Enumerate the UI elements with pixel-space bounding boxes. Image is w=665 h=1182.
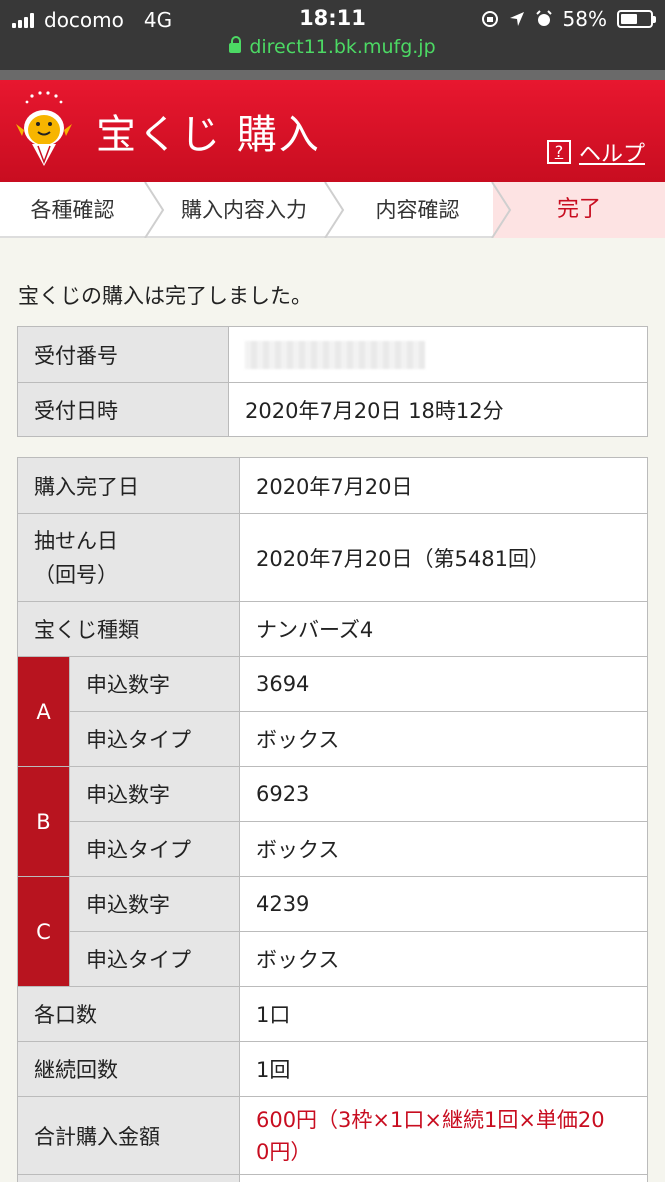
entry-type-label: 申込タイプ [69, 711, 240, 767]
details-table: 購入完了日 2020年7月20日 抽せん日 （回号） 2020年7月20日（第5… [17, 457, 649, 1182]
entry-number-value: 3694 [238, 656, 649, 712]
entry-number-value: 6923 [238, 766, 649, 822]
help-link[interactable]: ? ヘルプ [546, 136, 645, 168]
step-input: 購入内容入力 [181, 198, 307, 222]
url-text: direct11.bk.mufg.jp [249, 36, 436, 58]
table-row: 申込タイプ ボックス [18, 821, 649, 877]
continuation-label: 継続回数 [17, 1041, 240, 1097]
table-row: 宝くじ種類 ナンバーズ4 [17, 601, 649, 657]
entry-type-value: ボックス [238, 931, 649, 987]
masked-receipt-number [245, 340, 425, 369]
entry-group-c: C [17, 876, 70, 987]
entry-type-value: ボックス [238, 711, 649, 767]
orientation-lock-icon [481, 11, 498, 27]
status-bar: docomo 4G 18:11 58% direct11.bk.mufg.jp [0, 0, 665, 70]
lottery-type-value: ナンバーズ4 [238, 601, 649, 657]
entry-type-label: 申込タイプ [69, 931, 240, 987]
step-confirm-items: 各種確認 [30, 198, 115, 222]
receipt-datetime-label: 受付日時 [17, 382, 229, 437]
table-row: B 申込数字 6923 [17, 766, 649, 877]
lock-icon [229, 36, 242, 53]
table-row: A 申込数字 3694 [17, 656, 649, 767]
battery-percent: 58% [562, 7, 607, 31]
table-row: 受付番号 [17, 326, 648, 383]
total-amount-value: 600円（3枠×1口×継続1回×単価20 0円） [238, 1096, 649, 1175]
receipt-number-label: 受付番号 [17, 326, 229, 383]
table-row: C 申込数字 4239 [17, 876, 649, 987]
entry-group-a: A [17, 656, 70, 767]
step-complete: 完了 [556, 197, 601, 222]
page-title: 宝くじ 購入 [96, 112, 321, 158]
entry-group-b: B [17, 766, 70, 877]
help-icon: ? [546, 140, 571, 164]
entry-number-label: 申込数字 [69, 656, 240, 712]
entry-number-label: 申込数字 [69, 876, 240, 932]
progress-steps: 各種確認 購入内容入力 内容確認 完了 [0, 182, 665, 238]
entry-type-value: ボックス [238, 821, 649, 877]
total-amount-label: 合計購入金額 [17, 1096, 240, 1175]
table-row: 受付日時 2020年7月20日 18時12分 [17, 382, 648, 437]
receipt-datetime-value: 2020年7月20日 18時12分 [228, 382, 648, 437]
receipt-table: 受付番号 受付日時 2020年7月20日 18時12分 [17, 326, 648, 437]
completion-date-label: 購入完了日 [17, 457, 240, 514]
help-label: ヘルプ [578, 142, 645, 167]
completion-date-value: 2020年7月20日 [238, 457, 649, 514]
table-row: 申込タイプ ボックス [18, 931, 649, 987]
table-row: 申込タイプ ボックス [18, 711, 649, 767]
draw-date-label: 抽せん日 （回号） [17, 513, 240, 602]
address-bar[interactable]: direct11.bk.mufg.jp [0, 36, 665, 58]
status-right: 58% [481, 7, 656, 31]
entry-type-label: 申込タイプ [69, 821, 240, 877]
page-header: 宝くじ 購入 ? ヘルプ [0, 70, 665, 182]
receipt-number-value [228, 326, 648, 383]
continuation-value: 1回 [238, 1041, 649, 1097]
units-label: 各口数 [17, 986, 240, 1042]
table-row: 合計購入金額 600円（3枠×1口×継続1回×単価20 0円） [17, 1096, 649, 1175]
alarm-icon [535, 10, 552, 26]
battery-icon [617, 10, 656, 28]
mascot-logo-icon [16, 91, 72, 166]
table-row: 継続回数 1回 [17, 1041, 649, 1097]
table-row: 抽せん日 （回号） 2020年7月20日（第5481回） [17, 513, 649, 602]
completion-message: 宝くじの購入は完了しました。 [18, 284, 312, 308]
table-row: 購入完了日 2020年7月20日 [17, 457, 649, 514]
lottery-type-label: 宝くじ種類 [17, 601, 240, 657]
entry-number-label: 申込数字 [69, 766, 240, 822]
draw-date-value: 2020年7月20日（第5481回） [238, 513, 649, 602]
table-row [17, 1174, 649, 1182]
table-row: 各口数 1口 [17, 986, 649, 1042]
location-arrow-icon [509, 12, 524, 26]
units-value: 1口 [238, 986, 649, 1042]
step-review: 内容確認 [375, 198, 460, 222]
entry-number-value: 4239 [238, 876, 649, 932]
